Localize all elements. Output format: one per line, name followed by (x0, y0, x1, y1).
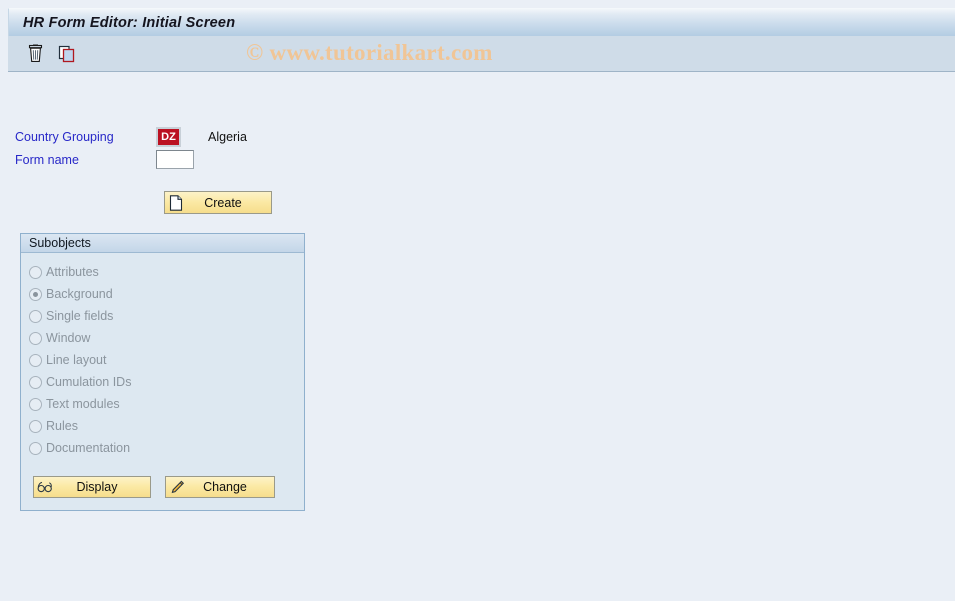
subobjects-actions: Display Change (33, 476, 275, 498)
country-grouping-description: Algeria (208, 129, 247, 144)
subobjects-radio-group: Attributes Background Single fields Wind… (21, 253, 304, 459)
radio-label: Rules (46, 419, 78, 433)
radio-rules[interactable]: Rules (29, 415, 304, 437)
copy-icon[interactable] (53, 41, 79, 67)
window-titlebar: HR Form Editor: Initial Screen (8, 8, 955, 36)
radio-label: Window (46, 331, 91, 345)
radio-cumulation-ids[interactable]: Cumulation IDs (29, 371, 304, 393)
create-button-label: Create (204, 195, 242, 210)
create-button[interactable]: Create (164, 191, 272, 214)
pencil-icon (166, 480, 188, 495)
radio-single-fields[interactable]: Single fields (29, 305, 304, 327)
radio-documentation[interactable]: Documentation (29, 437, 304, 459)
display-button-label: Display (76, 480, 118, 494)
country-grouping-input[interactable] (156, 126, 181, 147)
radio-attributes[interactable]: Attributes (29, 261, 304, 283)
radio-circle-icon (29, 309, 42, 323)
radio-circle-icon (29, 397, 42, 411)
radio-text-modules[interactable]: Text modules (29, 393, 304, 415)
radio-circle-icon (29, 441, 42, 455)
country-grouping-label: Country Grouping (15, 129, 114, 144)
form-name-label: Form name (15, 152, 79, 167)
selection-form: Country Grouping Algeria Form name (8, 126, 247, 172)
new-document-icon (165, 194, 187, 211)
radio-label: Single fields (46, 309, 114, 323)
subobjects-title: Subobjects (21, 234, 304, 253)
form-name-input[interactable] (156, 150, 194, 169)
radio-line-layout[interactable]: Line layout (29, 349, 304, 371)
change-button[interactable]: Change (165, 476, 275, 498)
display-button[interactable]: Display (33, 476, 151, 498)
radio-circle-icon (29, 331, 42, 345)
application-toolbar (8, 36, 955, 72)
radio-circle-icon (29, 353, 42, 367)
radio-circle-icon (29, 265, 42, 279)
field-row-country-grouping: Country Grouping Algeria (8, 126, 247, 147)
radio-label: Text modules (46, 397, 120, 411)
radio-circle-icon (29, 419, 42, 433)
delete-icon[interactable] (22, 41, 48, 67)
radio-label: Attributes (46, 265, 99, 279)
radio-circle-icon (29, 375, 42, 389)
glasses-icon (34, 481, 56, 493)
radio-label: Line layout (46, 353, 107, 367)
subobjects-groupbox: Subobjects Attributes Background Single … (20, 233, 305, 511)
radio-background[interactable]: Background (29, 283, 304, 305)
radio-label: Documentation (46, 441, 131, 455)
sap-gui-window: HR Form Editor: Initial Screen © www.tut… (0, 0, 955, 601)
field-row-form-name: Form name (8, 149, 247, 170)
radio-label: Cumulation IDs (46, 375, 132, 389)
radio-label: Background (46, 287, 113, 301)
page-title: HR Form Editor: Initial Screen (23, 14, 236, 31)
change-button-label: Change (203, 480, 247, 494)
radio-circle-selected-icon (29, 287, 42, 301)
radio-window[interactable]: Window (29, 327, 304, 349)
screen-content: Country Grouping Algeria Form name Creat… (8, 73, 955, 601)
